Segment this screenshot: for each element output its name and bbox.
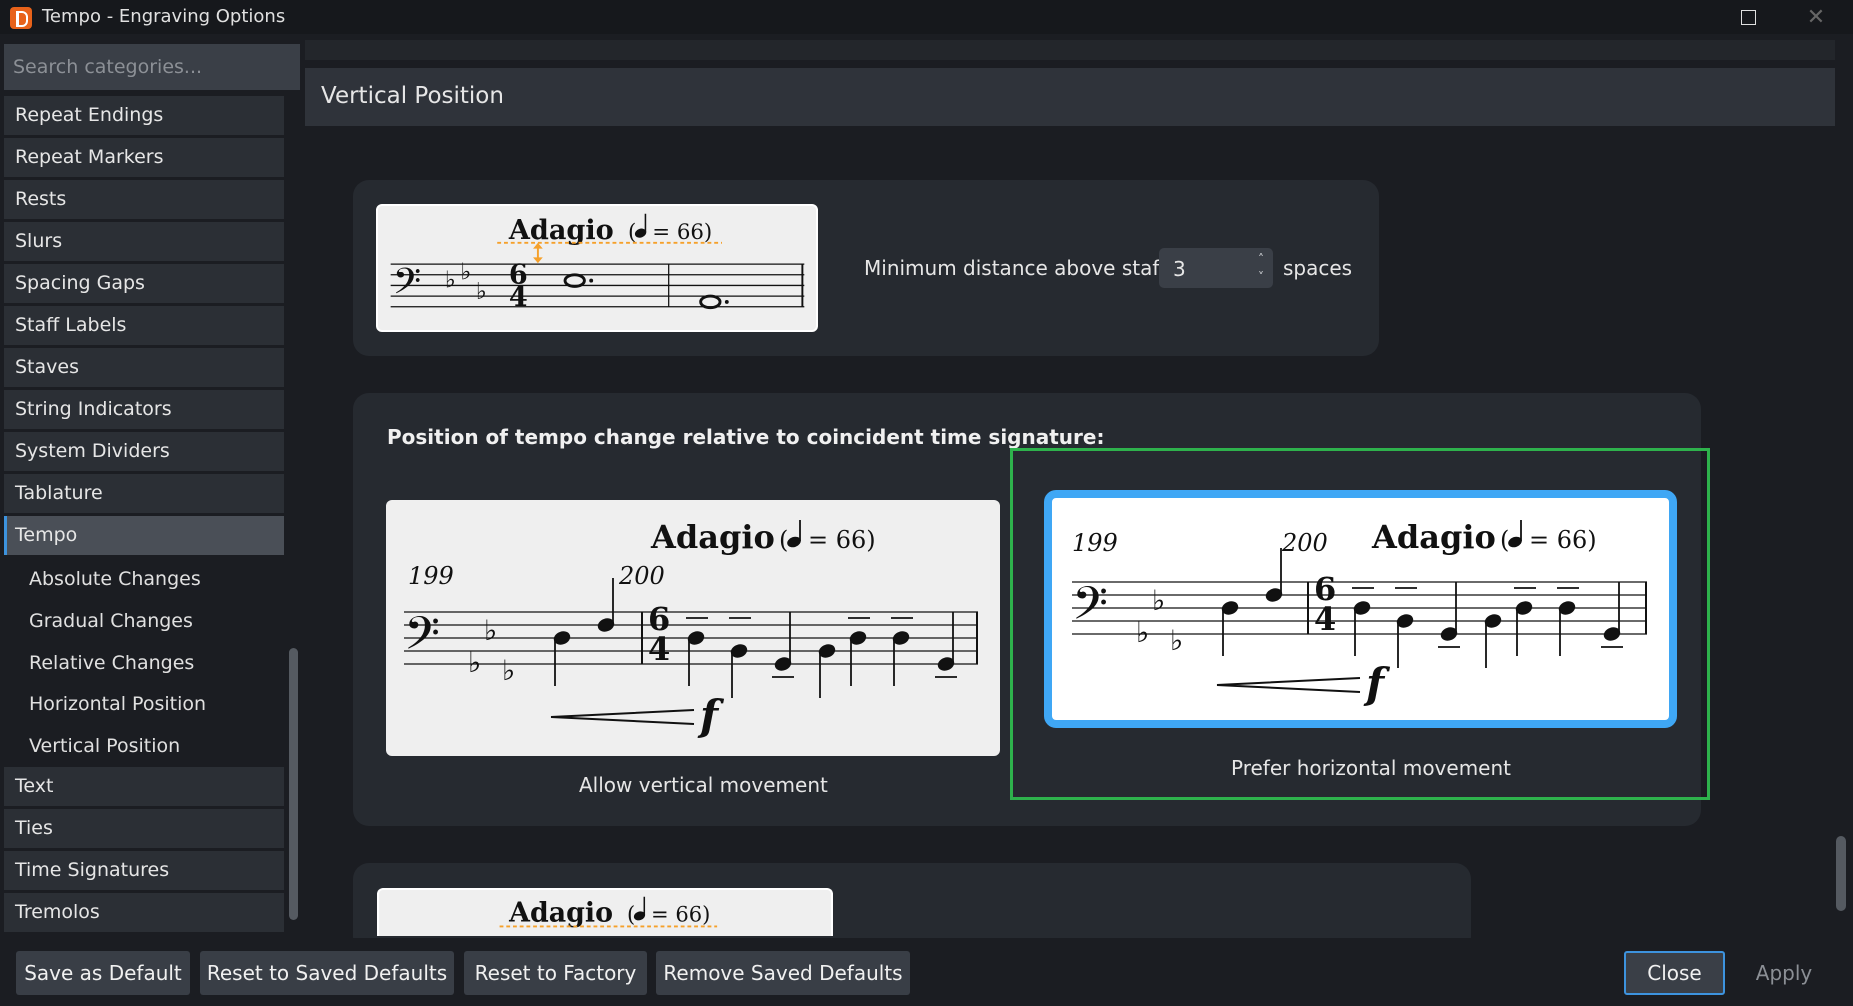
content-scrollbar[interactable] — [1836, 836, 1846, 911]
app-logo-icon — [10, 7, 32, 29]
min-distance-value[interactable]: 3 — [1173, 257, 1186, 281]
sidebar-subitem-absolute-changes[interactable]: Absolute Changes — [29, 564, 201, 594]
sidebar-scrollbar[interactable] — [289, 648, 298, 920]
svg-text:(: ( — [627, 902, 635, 927]
previous-section-strip — [305, 40, 1835, 60]
sidebar-item-text[interactable]: Text — [4, 767, 284, 806]
svg-text:= 66): = 66) — [808, 526, 876, 554]
sidebar-item-tremolos[interactable]: Tremolos — [4, 893, 284, 932]
svg-text:4: 4 — [648, 630, 670, 668]
option-prefer-horizontal-preview[interactable]: 199 200 Adagio ( = 66) 𝄢 ♭ ♭ ♭ 6 4 f — [1044, 490, 1677, 728]
svg-text:♭: ♭ — [1136, 616, 1149, 649]
section-header: Vertical Position — [305, 68, 1835, 126]
svg-text:f: f — [1363, 659, 1391, 708]
remove-saved-defaults-button[interactable]: Remove Saved Defaults — [656, 951, 910, 995]
sidebar-item-staves[interactable]: Staves — [4, 348, 284, 387]
svg-text:200: 200 — [1281, 529, 1328, 557]
sidebar-item-slurs[interactable]: Slurs — [4, 222, 284, 261]
close-window-icon[interactable]: ✕ — [1788, 0, 1844, 34]
apply-button[interactable]: Apply — [1738, 951, 1830, 995]
save-as-default-button[interactable]: Save as Default — [16, 951, 190, 995]
svg-text:199: 199 — [1072, 529, 1118, 557]
option-allow-vertical-label[interactable]: Allow vertical movement — [579, 773, 828, 797]
min-distance-unit: spaces — [1283, 256, 1353, 280]
svg-text:Adagio: Adagio — [508, 215, 614, 246]
svg-text:♭: ♭ — [445, 266, 456, 293]
sidebar-item-tempo[interactable]: Tempo — [4, 516, 284, 555]
sidebar-subitem-horizontal-position[interactable]: Horizontal Position — [29, 689, 206, 719]
staff-preview-graphic: 199 200 Adagio ( = 66) 𝄢 ♭ ♭ ♭ 6 4 f — [1072, 518, 1647, 708]
svg-text:♭: ♭ — [476, 278, 487, 305]
min-distance-label: Minimum distance above staff: — [864, 256, 1173, 280]
staff-preview-graphic: Adagio ( = 66) — [499, 896, 718, 929]
min-distance-preview: Adagio ( = 66) 𝄢 ♭ ♭ ♭ 6 4 — [376, 204, 818, 332]
chevron-down-icon[interactable]: ˅ — [1252, 268, 1270, 286]
svg-text:(: ( — [1500, 526, 1509, 554]
option-allow-vertical-preview[interactable]: Adagio ( = 66) 199 200 𝄢 ♭ ♭ ♭ 6 4 f — [386, 500, 1000, 756]
sidebar-item-spacing-gaps[interactable]: Spacing Gaps — [4, 264, 284, 303]
sidebar-item-repeat-markers[interactable]: Repeat Markers — [4, 138, 284, 177]
sidebar-item-system-dividers[interactable]: System Dividers — [4, 432, 284, 471]
sidebar-subitem-gradual-changes[interactable]: Gradual Changes — [29, 606, 193, 636]
svg-text:♭: ♭ — [460, 259, 471, 286]
staff-preview-graphic: Adagio ( = 66) 𝄢 ♭ ♭ ♭ 6 4 — [390, 213, 805, 313]
window-title: Tempo - Engraving Options — [42, 6, 286, 27]
svg-text:= 66): = 66) — [651, 902, 710, 927]
svg-text:♭: ♭ — [1152, 584, 1165, 617]
svg-text:199: 199 — [408, 562, 454, 590]
title-bar: Tempo - Engraving Options ✕ — [0, 0, 1853, 34]
sidebar-subitem-relative-changes[interactable]: Relative Changes — [29, 648, 194, 678]
option-prefer-horizontal-label[interactable]: Prefer horizontal movement — [1231, 756, 1511, 780]
svg-text:Adagio: Adagio — [650, 518, 775, 556]
svg-text:𝄢: 𝄢 — [1072, 577, 1108, 642]
svg-text:(: ( — [779, 526, 788, 554]
svg-text:200: 200 — [618, 562, 665, 590]
close-button[interactable]: Close — [1624, 951, 1725, 995]
sidebar-item-rests[interactable]: Rests — [4, 180, 284, 219]
svg-text:= 66): = 66) — [652, 220, 712, 245]
svg-text:𝄢: 𝄢 — [393, 260, 422, 312]
svg-text:4: 4 — [1314, 600, 1336, 638]
svg-text:(: ( — [628, 220, 636, 245]
next-option-preview: Adagio ( = 66) — [377, 888, 833, 936]
svg-text:= 66): = 66) — [1529, 526, 1597, 554]
svg-text:♭: ♭ — [468, 646, 481, 679]
svg-text:Adagio: Adagio — [1371, 518, 1496, 556]
svg-text:♭: ♭ — [484, 614, 497, 647]
sidebar-subitem-vertical-position[interactable]: Vertical Position — [29, 731, 180, 761]
reset-to-saved-defaults-button[interactable]: Reset to Saved Defaults — [200, 951, 454, 995]
svg-text:𝄢: 𝄢 — [404, 607, 440, 672]
chevron-up-icon[interactable]: ˄ — [1252, 250, 1270, 268]
maximize-icon[interactable] — [1720, 0, 1776, 34]
svg-text:♭: ♭ — [502, 654, 515, 687]
sidebar-item-string-indicators[interactable]: String Indicators — [4, 390, 284, 429]
svg-text:4: 4 — [509, 282, 528, 313]
tempo-position-heading: Position of tempo change relative to coi… — [387, 425, 1105, 449]
svg-text:♭: ♭ — [1170, 624, 1183, 657]
staff-preview-graphic: Adagio ( = 66) 199 200 𝄢 ♭ ♭ ♭ 6 4 f — [404, 518, 978, 740]
sidebar-item-ties[interactable]: Ties — [4, 809, 284, 848]
reset-to-factory-button[interactable]: Reset to Factory — [464, 951, 647, 995]
svg-text:Adagio: Adagio — [508, 898, 613, 929]
svg-text:f: f — [697, 691, 725, 740]
sidebar-item-time-signatures[interactable]: Time Signatures — [4, 851, 284, 890]
section-title: Vertical Position — [321, 83, 504, 109]
search-categories-input[interactable] — [4, 44, 300, 90]
sidebar-item-repeat-endings[interactable]: Repeat Endings — [4, 96, 284, 135]
min-distance-stepper[interactable]: 3 ˄ ˅ — [1159, 248, 1273, 288]
sidebar-item-staff-labels[interactable]: Staff Labels — [4, 306, 284, 345]
sidebar-item-tablature[interactable]: Tablature — [4, 474, 284, 513]
engraving-options-window: Tempo - Engraving Options ✕ Repeat Endin… — [0, 0, 1853, 1006]
